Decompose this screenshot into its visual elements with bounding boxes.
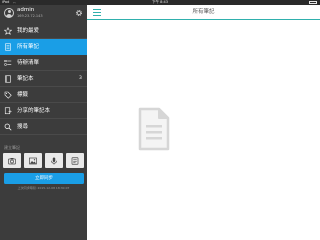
image-note-button[interactable] <box>24 153 42 168</box>
image-icon <box>29 157 37 164</box>
user-ip: 169.23.72.143 <box>17 14 43 18</box>
sidebar-item-label: 分享的筆記本 <box>17 108 51 114</box>
empty-document-icon <box>138 107 170 151</box>
avatar <box>4 8 14 18</box>
main-panel: 所有筆記 <box>87 5 320 240</box>
shared-notebook-icon <box>4 107 12 115</box>
text-note-button[interactable] <box>66 153 84 168</box>
note-icon <box>71 156 79 165</box>
sidebar-item-tags[interactable]: 標籤 <box>0 87 87 103</box>
sync-now-button[interactable]: 立即同步 <box>4 173 84 184</box>
tag-icon <box>4 91 12 99</box>
sidebar-item-label: 所有筆記 <box>17 44 40 50</box>
sidebar-item-label: 筆記本 <box>17 76 34 82</box>
search-icon <box>4 123 12 131</box>
sidebar-item-label: 標籤 <box>17 92 29 98</box>
main-header: 所有筆記 <box>87 5 320 20</box>
page-title: 所有筆記 <box>192 9 215 15</box>
gear-icon[interactable] <box>75 9 83 17</box>
notebook-icon <box>5 75 11 83</box>
todo-icon <box>4 60 12 66</box>
sidebar-item-all-notes[interactable]: 所有筆記 <box>0 39 87 55</box>
sidebar-item-todo[interactable]: 待辦清單 <box>0 55 87 71</box>
star-icon <box>4 27 12 35</box>
last-sync-time: 上次同步時間: 2015-12-08 18:30:07 <box>17 186 70 190</box>
camera-note-button[interactable] <box>3 153 21 168</box>
notebook-count-badge: 3 <box>79 76 82 81</box>
sidebar-item-label: 待辦清單 <box>17 60 40 66</box>
sidebar: admin 169.23.72.143 我的最爱 所有筆記 待辦清單 筆記本 3… <box>0 5 87 240</box>
sidebar-item-notebooks[interactable]: 筆記本 3 <box>0 71 87 87</box>
camera-icon <box>8 157 16 164</box>
quick-note-label: 建立筆記 <box>4 145 20 150</box>
sidebar-item-label: 搜尋 <box>17 124 29 130</box>
audio-note-button[interactable] <box>45 153 63 168</box>
microphone-icon <box>51 157 57 164</box>
notes-icon <box>5 43 11 51</box>
sidebar-item-shared-notebooks[interactable]: 分享的筆記本 <box>0 103 87 119</box>
sidebar-item-search[interactable]: 搜尋 <box>0 119 87 135</box>
sidebar-item-favorites[interactable]: 我的最爱 <box>0 23 87 39</box>
user-header[interactable]: admin 169.23.72.143 <box>0 5 87 23</box>
battery-icon <box>309 1 317 4</box>
username: admin <box>17 7 35 13</box>
sidebar-item-label: 我的最爱 <box>17 28 40 34</box>
